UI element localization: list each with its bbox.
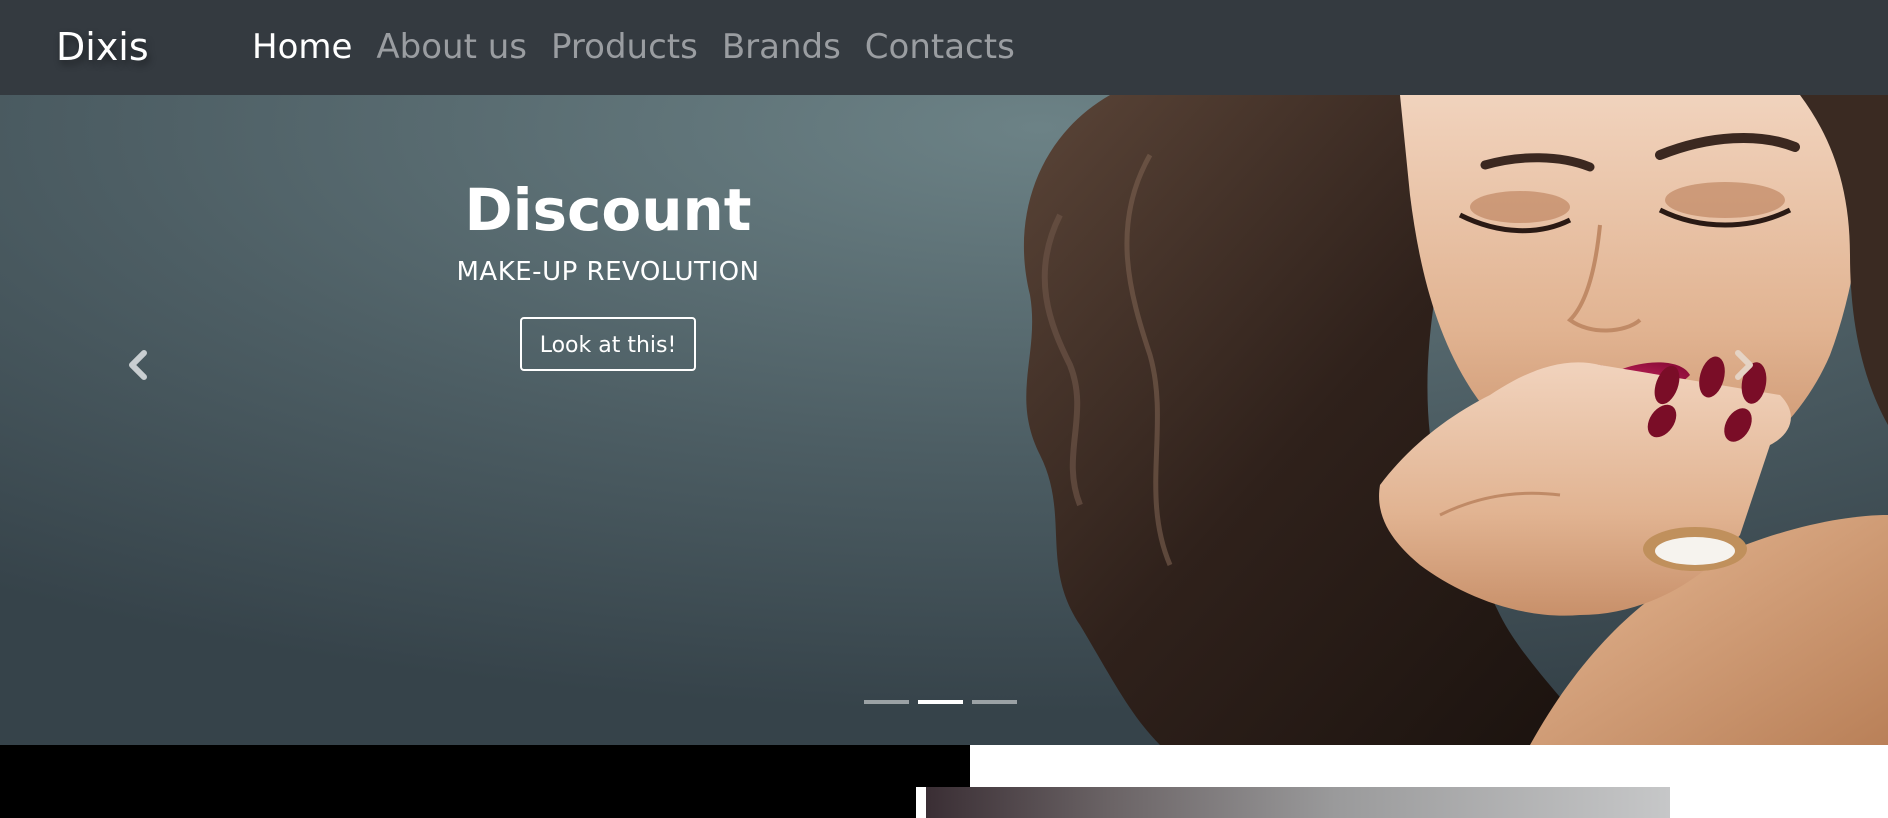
- carousel-caption: Discount MAKE-UP REVOLUTION Look at this…: [408, 175, 808, 371]
- chevron-right-icon: [1735, 350, 1753, 380]
- look-at-this-button[interactable]: Look at this!: [519, 317, 697, 371]
- carousel-indicators: [864, 700, 1017, 704]
- nav-link-brands[interactable]: Brands: [722, 23, 841, 71]
- nav-links: Home About us Products Brands Contacts: [252, 23, 1015, 71]
- nav-link-about-us[interactable]: About us: [376, 23, 527, 71]
- section-dark-panel: [0, 745, 970, 818]
- slide-image: [0, 95, 1888, 745]
- carousel-indicator-2[interactable]: [918, 700, 963, 704]
- page: Dixis Home About us Products Brands Cont…: [0, 0, 1888, 818]
- carousel-indicator-1[interactable]: [864, 700, 909, 704]
- section-photo: [916, 787, 1670, 818]
- chevron-left-icon: [129, 350, 147, 380]
- nav-link-contacts[interactable]: Contacts: [865, 23, 1015, 71]
- caption-title: Discount: [464, 176, 752, 244]
- nav-link-products[interactable]: Products: [551, 23, 698, 71]
- caption-subtitle: MAKE-UP REVOLUTION: [456, 257, 760, 287]
- carousel-indicator-3[interactable]: [972, 700, 1017, 704]
- hero-carousel: Discount MAKE-UP REVOLUTION Look at this…: [0, 95, 1888, 745]
- nav-link-home[interactable]: Home: [252, 23, 352, 71]
- top-navbar: Dixis Home About us Products Brands Cont…: [0, 0, 1888, 95]
- carousel-prev-button[interactable]: [118, 345, 158, 385]
- brand-logo[interactable]: Dixis: [56, 23, 149, 71]
- carousel-next-button[interactable]: [1724, 345, 1764, 385]
